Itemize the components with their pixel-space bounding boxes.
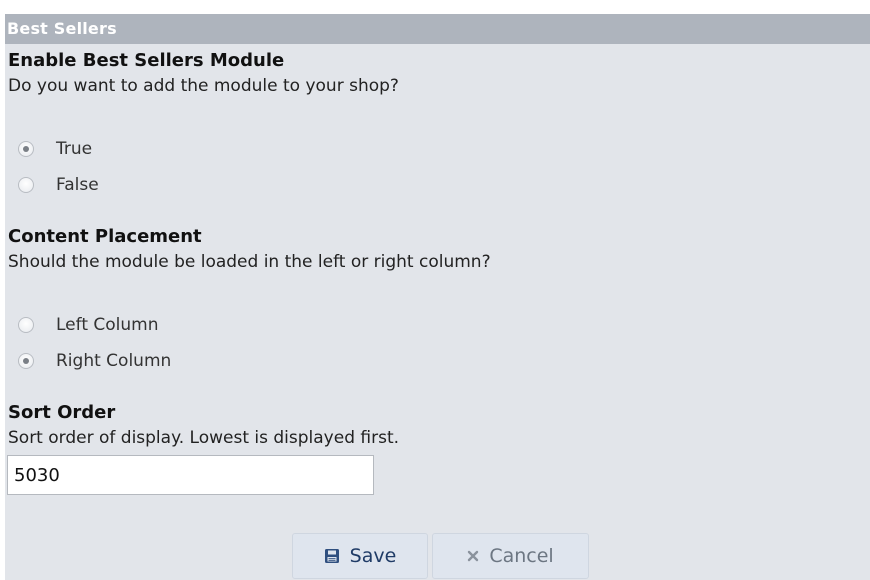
panel-header	[5, 14, 870, 44]
cancel-button-label: Cancel	[489, 545, 554, 567]
enable-false-radio[interactable]	[18, 177, 34, 193]
save-button[interactable]: Save	[292, 533, 428, 579]
sort-order-input[interactable]	[7, 455, 374, 495]
left-column-option[interactable]: Left Column	[18, 312, 159, 338]
enable-false-label: False	[56, 175, 99, 195]
cancel-button[interactable]: Cancel	[432, 533, 589, 579]
close-icon	[467, 550, 479, 562]
panel-title: Best Sellers	[7, 19, 117, 38]
enable-module-description: Do you want to add the module to your sh…	[8, 76, 399, 96]
left-column-radio[interactable]	[18, 317, 34, 333]
sort-order-title: Sort Order	[8, 402, 116, 423]
enable-false-option[interactable]: False	[18, 172, 99, 198]
sort-order-description: Sort order of display. Lowest is display…	[8, 428, 400, 448]
right-column-option[interactable]: Right Column	[18, 348, 171, 374]
save-icon	[324, 548, 340, 564]
content-placement-description: Should the module be loaded in the left …	[8, 252, 491, 272]
left-column-label: Left Column	[56, 315, 159, 335]
right-column-label: Right Column	[56, 351, 172, 371]
config-panel	[5, 14, 870, 580]
content-placement-title: Content Placement	[8, 226, 202, 247]
right-column-radio[interactable]	[18, 353, 34, 369]
enable-module-title: Enable Best Sellers Module	[8, 50, 285, 71]
enable-true-radio[interactable]	[18, 141, 34, 157]
enable-true-option[interactable]: True	[18, 136, 92, 162]
enable-true-label: True	[56, 139, 93, 159]
save-button-label: Save	[349, 545, 397, 567]
